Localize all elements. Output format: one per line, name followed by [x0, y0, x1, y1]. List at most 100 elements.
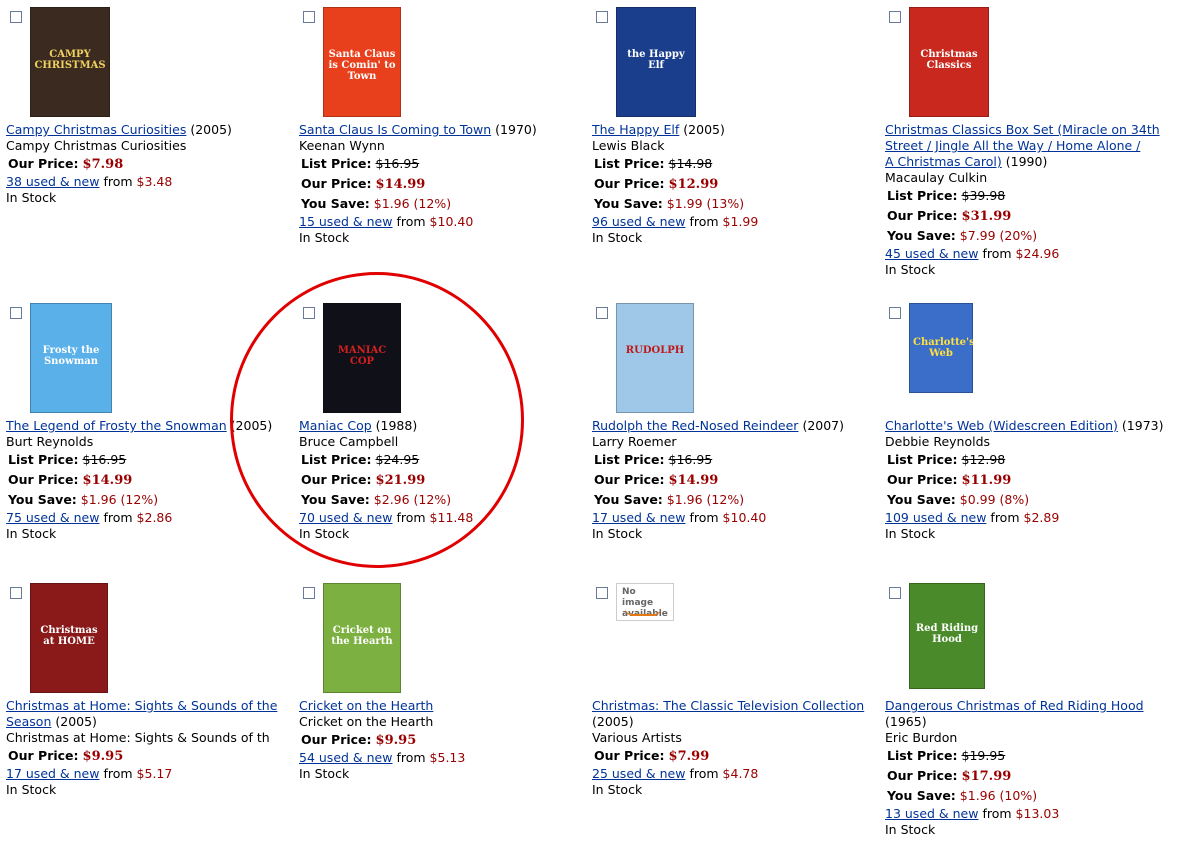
product-info: Campy Christmas Curiosities (2005) Campy …: [6, 122, 301, 206]
product-cover-image[interactable]: Cricket on the Hearth: [323, 583, 401, 693]
our-price-value: $7.99: [668, 749, 710, 764]
smile-arrow-icon: [625, 608, 661, 616]
used-and-new-link[interactable]: 17 used & new: [6, 766, 99, 781]
used-and-new-link[interactable]: 54 used & new: [299, 750, 392, 765]
product-title-link[interactable]: Christmas Classics Box Set (Miracle on 3…: [885, 122, 1160, 137]
product-person: Debbie Reynolds: [885, 434, 991, 449]
product-title-link[interactable]: Season: [6, 714, 51, 729]
cover-title-text: MANIAC COP: [337, 344, 387, 367]
our-price-value: $7.98: [82, 157, 124, 172]
our-price-row: Our Price: $14.99: [592, 470, 887, 490]
list-price-value: $19.95: [961, 748, 1006, 763]
product-cover-image[interactable]: Charlotte's Web: [909, 303, 973, 393]
product-cover-image[interactable]: RUDOLPH: [616, 303, 694, 413]
list-price-value: $12.98: [961, 452, 1006, 467]
product-title-link[interactable]: The Happy Elf: [592, 122, 679, 137]
you-save-label: You Save:: [301, 196, 370, 211]
product-person: Keenan Wynn: [299, 138, 385, 153]
release-year: (2005): [683, 122, 725, 137]
select-checkbox[interactable]: [889, 587, 901, 599]
product-title-link[interactable]: Rudolph the Red-Nosed Reindeer: [592, 418, 798, 433]
you-save-row: You Save: $1.96 (12%): [592, 490, 887, 510]
select-checkbox[interactable]: [596, 307, 608, 319]
product-title-link[interactable]: Cricket on the Hearth: [299, 698, 433, 713]
product-cover-image[interactable]: Frosty the Snowman: [30, 303, 112, 413]
product-title-link[interactable]: Maniac Cop: [299, 418, 372, 433]
product-title-link[interactable]: A Christmas Carol): [885, 154, 1002, 169]
product-title-block: The Legend of Frosty the Snowman (2005): [6, 418, 301, 434]
our-price-label: Our Price:: [594, 176, 665, 191]
select-checkbox[interactable]: [889, 307, 901, 319]
our-price-row: Our Price: $12.99: [592, 174, 887, 194]
from-price: $2.89: [1023, 510, 1060, 525]
product-cover-image[interactable]: Red Riding Hood: [909, 583, 985, 689]
stock-status: In Stock: [299, 230, 350, 245]
used-and-new-link[interactable]: 75 used & new: [6, 510, 99, 525]
you-save-label: You Save:: [887, 492, 956, 507]
used-and-new-link[interactable]: 25 used & new: [592, 766, 685, 781]
product-cover-image[interactable]: the Happy Elf: [616, 7, 696, 117]
used-and-new-link[interactable]: 109 used & new: [885, 510, 986, 525]
product-cover-image[interactable]: CAMPY CHRISTMAS: [30, 7, 110, 117]
select-checkbox[interactable]: [303, 307, 315, 319]
select-checkbox[interactable]: [10, 307, 22, 319]
select-checkbox[interactable]: [596, 11, 608, 23]
product-title-block: Christmas at Home: Sights & Sounds of th…: [6, 698, 301, 730]
used-and-new-link[interactable]: 38 used & new: [6, 174, 99, 189]
select-checkbox[interactable]: [303, 11, 315, 23]
select-checkbox[interactable]: [596, 587, 608, 599]
used-and-new-link[interactable]: 70 used & new: [299, 510, 392, 525]
product-info: Cricket on the Hearth Cricket on the Hear…: [299, 698, 594, 782]
product-title-link[interactable]: Street / Jingle All the Way / Home Alone…: [885, 138, 1140, 153]
product-cover-image[interactable]: Christmas Classics: [909, 7, 989, 117]
product-person: Cricket on the Hearth: [299, 714, 434, 729]
list-price-row: List Price: $12.98: [885, 450, 1177, 470]
stock-status: In Stock: [299, 526, 350, 541]
product-title-link[interactable]: Santa Claus Is Coming to Town: [299, 122, 491, 137]
you-save-value: $1.96 (10%): [959, 788, 1038, 803]
from-price: $4.78: [722, 766, 759, 781]
list-price-row: List Price: $16.95: [299, 154, 594, 174]
product-title-block: Christmas Classics Box Set (Miracle on 3…: [885, 122, 1177, 170]
release-year: (2005): [55, 714, 97, 729]
cover-title-text: Red Riding Hood: [915, 623, 979, 646]
product-person: Various Artists: [592, 730, 682, 745]
select-checkbox[interactable]: [10, 11, 22, 23]
used-and-new-link[interactable]: 13 used & new: [885, 806, 978, 821]
select-checkbox[interactable]: [10, 587, 22, 599]
release-year: (2005): [592, 714, 634, 729]
list-price-value: $16.95: [668, 452, 713, 467]
you-save-value: $1.96 (12%): [666, 492, 745, 507]
used-and-new-link[interactable]: 45 used & new: [885, 246, 978, 261]
from-label: from: [103, 766, 133, 781]
used-and-new-link[interactable]: 15 used & new: [299, 214, 392, 229]
list-price-value: $16.95: [375, 156, 420, 171]
used-and-new-link[interactable]: 96 used & new: [592, 214, 685, 229]
used-new-row: 13 used & new from $13.03: [885, 806, 1177, 822]
product-person: Christmas at Home: Sights & Sounds of th: [6, 730, 270, 745]
stock-status: In Stock: [592, 526, 643, 541]
select-checkbox[interactable]: [889, 11, 901, 23]
select-checkbox[interactable]: [303, 587, 315, 599]
product-cover-image[interactable]: MANIAC COP: [323, 303, 401, 413]
product-title-link[interactable]: Dangerous Christmas of Red Riding Hood: [885, 698, 1144, 713]
product-title-link[interactable]: Christmas at Home: Sights & Sounds of th…: [6, 698, 277, 713]
cover-title-text: Frosty the Snowman: [42, 344, 100, 367]
you-save-label: You Save:: [594, 196, 663, 211]
used-and-new-link[interactable]: 17 used & new: [592, 510, 685, 525]
cover-title-text: Cricket on the Hearth: [331, 624, 393, 647]
our-price-row: Our Price: $14.99: [299, 174, 594, 194]
stock-status: In Stock: [6, 190, 57, 205]
product-title-link[interactable]: The Legend of Frosty the Snowman: [6, 418, 227, 433]
list-price-value: $14.98: [668, 156, 713, 171]
from-label: from: [990, 510, 1020, 525]
list-price-label: List Price:: [301, 156, 372, 171]
product-info: The Legend of Frosty the Snowman (2005) B…: [6, 418, 301, 542]
product-title-link[interactable]: Charlotte's Web (Widescreen Edition): [885, 418, 1118, 433]
product-title-link[interactable]: Campy Christmas Curiosities: [6, 122, 186, 137]
product-cover-image[interactable]: Christmas at HOME: [30, 583, 108, 693]
product-cover-image[interactable]: Santa Claus is Comin' to Town: [323, 7, 401, 117]
product-title-block: Campy Christmas Curiosities (2005): [6, 122, 301, 138]
list-price-label: List Price:: [301, 452, 372, 467]
product-title-link[interactable]: Christmas: The Classic Television Collec…: [592, 698, 864, 713]
